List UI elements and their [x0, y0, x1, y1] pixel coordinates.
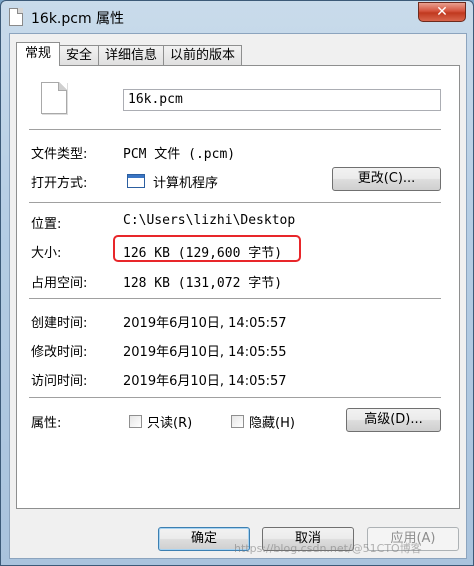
- window-title: 16k.pcm 属性: [31, 11, 125, 27]
- location-value: C:\Users\lizhi\Desktop: [123, 213, 296, 228]
- hidden-label[interactable]: 隐藏(H): [249, 412, 295, 431]
- title-bar[interactable]: 16k.pcm 属性 ✕: [1, 1, 473, 33]
- advanced-button[interactable]: 高级(D)...: [346, 408, 441, 432]
- readonly-checkbox[interactable]: [129, 415, 142, 428]
- file-type-label: 文件类型:: [31, 147, 88, 162]
- size-on-disk-value: 128 KB (131,072 字节): [123, 276, 283, 291]
- document-icon: [41, 82, 67, 114]
- size-on-disk-label: 占用空间:: [31, 276, 88, 291]
- divider: [29, 202, 441, 204]
- tab-details[interactable]: 详细信息: [98, 45, 165, 65]
- location-label: 位置:: [31, 217, 62, 232]
- watermark-text: https://blog.csdn.net/@51CTO博客: [234, 542, 422, 555]
- tab-security[interactable]: 安全: [59, 45, 100, 65]
- tab-previous-versions[interactable]: 以前的版本: [163, 45, 243, 65]
- tab-strip: 常规 安全 详细信息 以前的版本: [16, 42, 243, 66]
- modified-label: 修改时间:: [31, 345, 88, 360]
- attributes-label: 属性:: [31, 416, 62, 431]
- accessed-value: 2019年6月10日, 14:05:57: [123, 374, 287, 389]
- hidden-checkbox[interactable]: [231, 415, 244, 428]
- created-value: 2019年6月10日, 14:05:57: [123, 316, 287, 331]
- accessed-label: 访问时间:: [31, 374, 88, 389]
- file-type-value: PCM 文件 (.pcm): [123, 147, 236, 162]
- properties-window: 16k.pcm 属性 ✕ 常规 安全 详细信息 以前的版本 16k.pcm 文件…: [0, 0, 474, 566]
- dialog-body: 常规 安全 详细信息 以前的版本 16k.pcm 文件类型: PCM 文件 (.…: [9, 33, 467, 559]
- created-label: 创建时间:: [31, 316, 88, 331]
- file-icon: [9, 8, 23, 26]
- size-highlight-box: [113, 235, 301, 262]
- change-button[interactable]: 更改(C)...: [332, 167, 441, 191]
- size-label: 大小:: [31, 246, 62, 261]
- file-name-input[interactable]: 16k.pcm: [123, 89, 441, 111]
- open-with-label: 打开方式:: [31, 176, 88, 191]
- modified-value: 2019年6月10日, 14:05:55: [123, 345, 287, 360]
- close-button[interactable]: ✕: [418, 2, 466, 22]
- general-panel: 16k.pcm 文件类型: PCM 文件 (.pcm) 打开方式: 计算机程序 …: [16, 65, 460, 509]
- readonly-label[interactable]: 只读(R): [147, 412, 192, 431]
- divider: [29, 397, 441, 399]
- divider: [29, 129, 441, 131]
- tab-general[interactable]: 常规: [16, 42, 61, 66]
- open-with-value: 计算机程序: [153, 176, 219, 191]
- program-icon: [127, 174, 145, 188]
- divider: [29, 298, 441, 300]
